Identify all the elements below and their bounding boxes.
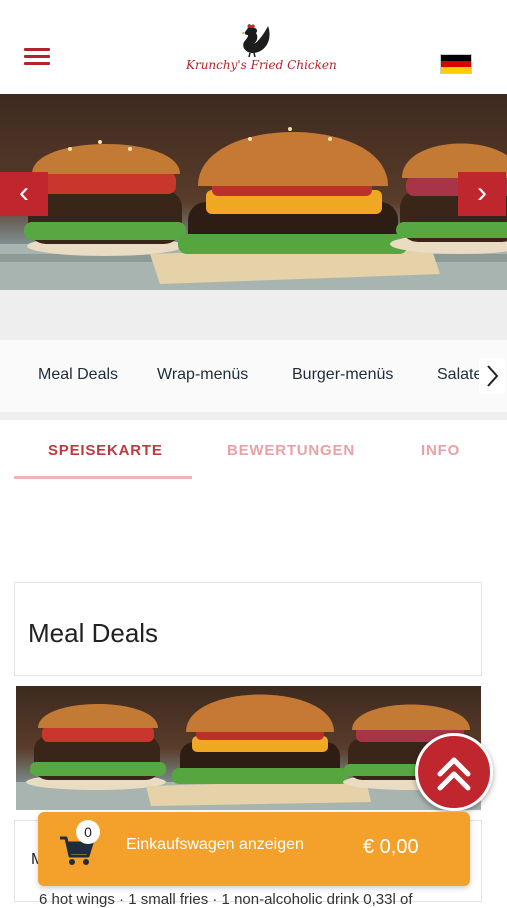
- slider-next-button[interactable]: ›: [458, 172, 506, 216]
- tab-bewertungen[interactable]: BEWERTUNGEN: [227, 442, 355, 459]
- category-burger-menus[interactable]: Burger-menüs: [292, 366, 393, 384]
- hero-slider[interactable]: [0, 94, 507, 290]
- category-meal-deals[interactable]: Meal Deals: [38, 366, 118, 384]
- logo-text: Krunchy's Fried Chicken: [186, 58, 337, 72]
- scroll-to-top-button[interactable]: [415, 733, 493, 811]
- tab-info[interactable]: INFO: [421, 442, 460, 459]
- section-header-card: Meal Deals: [14, 582, 482, 676]
- burger-left: [24, 140, 186, 256]
- hamburger-menu-icon[interactable]: [24, 48, 50, 70]
- category-salate[interactable]: Salate: [437, 366, 482, 384]
- double-chevron-up-icon: [437, 757, 471, 791]
- german-flag-icon[interactable]: [440, 54, 472, 74]
- brand-logo[interactable]: Krunchy's Fried Chicken: [186, 22, 337, 88]
- tab-active-indicator: [14, 476, 192, 479]
- slider-prev-button[interactable]: ‹: [0, 172, 48, 216]
- app-header: Krunchy's Fried Chicken: [0, 0, 507, 94]
- category-wrap-menus[interactable]: Wrap-menüs: [157, 366, 248, 384]
- burger-photo: [0, 127, 507, 290]
- tab-speisekarte[interactable]: SPEISEKARTE: [48, 442, 163, 459]
- section-title: Meal Deals: [28, 618, 159, 648]
- cart-label: Einkaufswagen anzeigen: [126, 836, 304, 853]
- cart-count-badge: 0: [76, 820, 100, 844]
- category-nav: Meal Deals Wrap-menüs Burger-menüs Salat…: [0, 340, 507, 412]
- cart-total: € 0,00: [363, 836, 419, 858]
- section-image: [16, 686, 481, 810]
- rooster-icon: [240, 24, 270, 58]
- chevron-right-icon[interactable]: [479, 358, 505, 394]
- tab-bar: SPEISEKARTE BEWERTUNGEN INFO: [0, 422, 507, 484]
- view-cart-button[interactable]: Einkaufswagen anzeigen € 0,00: [38, 812, 470, 886]
- burger-center: [150, 127, 440, 284]
